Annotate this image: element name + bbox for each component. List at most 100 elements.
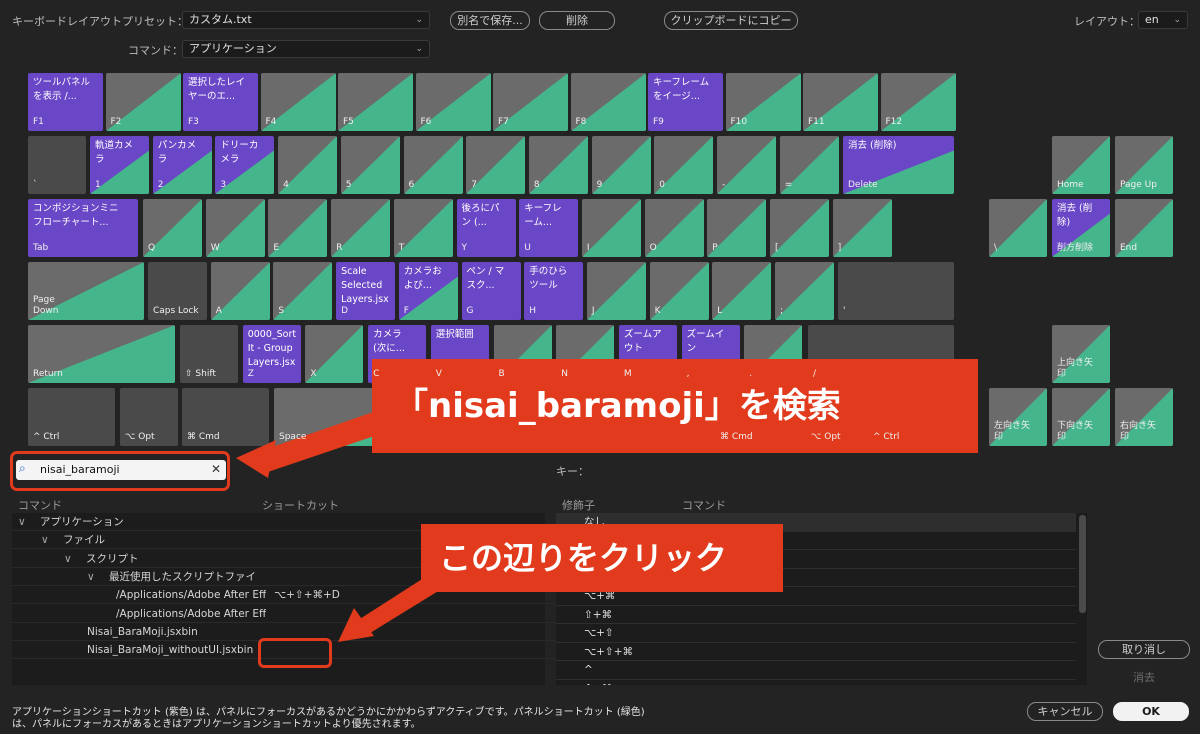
key-label: 4 [283, 180, 289, 190]
key-label: 2 [157, 180, 164, 190]
key-label: C [373, 369, 380, 379]
key-label: J [591, 306, 595, 316]
key-label: G [466, 306, 474, 316]
search-arrow-head [236, 440, 276, 478]
key-label: ⌥ Opt [125, 432, 155, 442]
key-command: 0000_Sort It - Group Layers.jsx [247, 329, 297, 368]
key-label: ; [780, 306, 784, 316]
key-label: 7 [471, 180, 477, 190]
key-label: \ [994, 243, 998, 253]
key-command: ズームイ ン [686, 329, 725, 354]
key-label: Y [461, 243, 468, 253]
key-label: ⇧ Shift [185, 369, 216, 379]
key-label: R [336, 243, 343, 253]
key-label: B [498, 369, 505, 379]
key-command: 選択したレイ ヤーのエ... [188, 77, 246, 102]
key-label: O [649, 243, 657, 253]
click-target-highlight [258, 638, 332, 668]
key-label: ⌘ Cmd [720, 432, 753, 442]
key-label: F4 [265, 117, 277, 127]
key-label: Caps Lock [153, 306, 199, 316]
key-label: 1 [95, 180, 101, 190]
key-label: ⌥ Opt [811, 432, 841, 442]
key-label: Delete [848, 180, 878, 190]
key-label: ^ Ctrl [873, 432, 900, 442]
key-label: P [712, 243, 718, 253]
key-label: F8 [575, 117, 587, 127]
key-command: パンカメ ラ [157, 140, 197, 165]
key-command: Scale Selected Layers.jsx [341, 266, 389, 305]
key-label: A [215, 306, 222, 316]
key-label: F10 [730, 117, 748, 127]
key-label: Space [279, 432, 307, 442]
key-label: End [1120, 243, 1138, 253]
key-label: F5 [343, 117, 354, 127]
key-label: Home [1057, 180, 1084, 190]
key-label: U [524, 243, 531, 253]
key-label: / [813, 369, 817, 379]
key-label: 削方削除 [1057, 243, 1094, 253]
key-command: ズームア ウト [623, 329, 662, 354]
key-label: ' [843, 306, 846, 316]
key-label: 8 [533, 180, 540, 190]
key-label: F9 [653, 117, 664, 127]
key-label: ] [837, 243, 842, 253]
key-label: 上向き矢 印 [1057, 358, 1094, 379]
key-label: W [210, 243, 220, 253]
key-label: Page Up [1120, 180, 1157, 190]
key-command: ペン / マ スク... [466, 266, 505, 291]
key-label: . [749, 369, 753, 379]
key-label: I [586, 243, 590, 253]
key-label: T [398, 243, 405, 253]
key-label: ^ Ctrl [33, 432, 60, 442]
key-command: キーフレ ーム... [524, 203, 562, 228]
key-label: F12 [885, 117, 903, 127]
key-label: [ [775, 243, 779, 253]
key-label: K [654, 306, 661, 316]
key-label: L [717, 306, 723, 316]
key-label: , [686, 369, 690, 379]
key-label: F3 [188, 117, 199, 127]
key-label: F11 [808, 117, 825, 127]
key-label: E [273, 243, 280, 253]
key-label: F6 [420, 117, 432, 127]
key-label: 左向き矢 印 [994, 421, 1031, 442]
key-label: 6 [408, 180, 415, 190]
key-label: F7 [498, 117, 509, 127]
key-label: V [435, 369, 442, 379]
key-label: H [529, 306, 536, 316]
key-label: Tab [33, 243, 49, 253]
key-label: F2 [110, 117, 122, 127]
key-command: 軌道カメ ラ [95, 140, 134, 165]
key-label: N [561, 369, 568, 379]
key-label: F1 [33, 117, 44, 127]
key-label: ⌘ Cmd [187, 432, 220, 442]
key-label: 0 [659, 180, 666, 190]
key-label: 右向き矢 印 [1120, 421, 1157, 442]
key-command: ツールパネル を表示 /... [33, 77, 91, 102]
key-command: カメラ (次に... [373, 329, 405, 354]
key-command: 選択範囲 [435, 329, 474, 340]
key-label: Z [247, 369, 254, 379]
click-callout: この辺りをクリック [421, 524, 783, 592]
key-label: X [310, 369, 317, 379]
key-label: ` [33, 180, 38, 190]
key-command: 消去 (削除) [848, 140, 897, 151]
key-label: M [623, 369, 632, 379]
key-label: = [784, 180, 793, 190]
key-command: ドリーカ メラ [220, 140, 259, 165]
key-label: F [403, 306, 409, 316]
key-label: 3 [220, 180, 227, 190]
key-command: コンポジションミニ フローチャート... [33, 203, 119, 228]
key-command: キーフレーム をイージ... [653, 77, 710, 102]
key-label: 下向き矢 印 [1057, 421, 1094, 442]
key-command: 手のひら ツール [529, 266, 568, 291]
key-command: カメラお よび... [403, 266, 442, 291]
key-label: Return [33, 369, 63, 379]
key-label: 9 [596, 180, 603, 190]
key-label: S [278, 306, 285, 316]
key-label: 5 [345, 180, 352, 190]
key-label: - [722, 180, 726, 190]
key-command: 消去 (削 除) [1057, 203, 1093, 228]
key-command: 後ろにパ ン (... [461, 203, 500, 228]
